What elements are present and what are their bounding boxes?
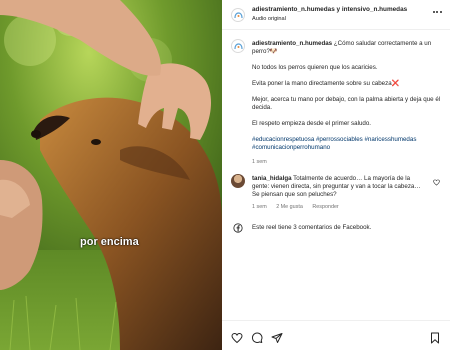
reel-video[interactable]: por encima [0,0,222,350]
video-caption-overlay: por encima [80,236,139,248]
audio-label[interactable]: Audio original [252,16,286,22]
header-username[interactable]: adiestramiento_n.humedas y intensivo_n.h… [252,6,407,13]
comment-reply-button[interactable]: Responder [312,204,338,210]
caption-line-3: Mejor, acerca tu mano por debajo, con la… [252,96,441,111]
caption-line-1: No todos los perros quieren que los acar… [252,64,378,71]
share-icon[interactable] [271,332,283,344]
comment-like-heart-icon[interactable] [433,179,440,186]
facebook-comments-text: Este reel tiene 3 comentarios de Faceboo… [252,224,372,231]
action-bar [222,320,450,350]
comment-meta: 1 sem 2 Me gusta Responder [252,204,347,210]
reel-frame-image [0,0,222,350]
commenter-avatar[interactable] [231,174,245,188]
bookmark-icon[interactable] [429,332,441,344]
more-horizontal-icon[interactable] [433,11,443,15]
heart-icon[interactable] [231,332,243,344]
caption-timestamp: 1 sem [252,159,267,165]
commenter-username[interactable]: tania_hidalga [252,175,292,182]
caption-avatar[interactable] [231,39,245,53]
facebook-icon [233,223,243,233]
brand-logo-icon [234,12,243,19]
caption-line-2: Evita poner la mano directamente sobre s… [252,80,400,87]
account-avatar[interactable] [231,8,245,22]
post-panel: adiestramiento_n.humedas y intensivo_n.h… [222,0,450,350]
caption-username[interactable]: adiestramiento_n.humedas [252,40,332,47]
caption-hashtags[interactable]: #educacionrespetuosa #perrossociables #n… [252,136,442,152]
brand-logo-icon [234,43,243,50]
caption-line-4: El respeto empieza desde el primer salud… [252,120,372,127]
comments-section: adiestramiento_n.humedas ¿Cómo saludar c… [222,31,450,310]
caption-body: adiestramiento_n.humedas ¿Cómo saludar c… [252,40,442,166]
comment-icon[interactable] [251,332,263,344]
facebook-comments-note: Este reel tiene 3 comentarios de Faceboo… [231,221,443,235]
post-header: adiestramiento_n.humedas y intensivo_n.h… [222,0,450,30]
comment-likes-count[interactable]: 2 Me gusta [276,204,303,210]
comment-timestamp: 1 sem [252,204,267,210]
comment-text: tania_hidalga Totalmente de acuerdo… La … [252,175,424,199]
